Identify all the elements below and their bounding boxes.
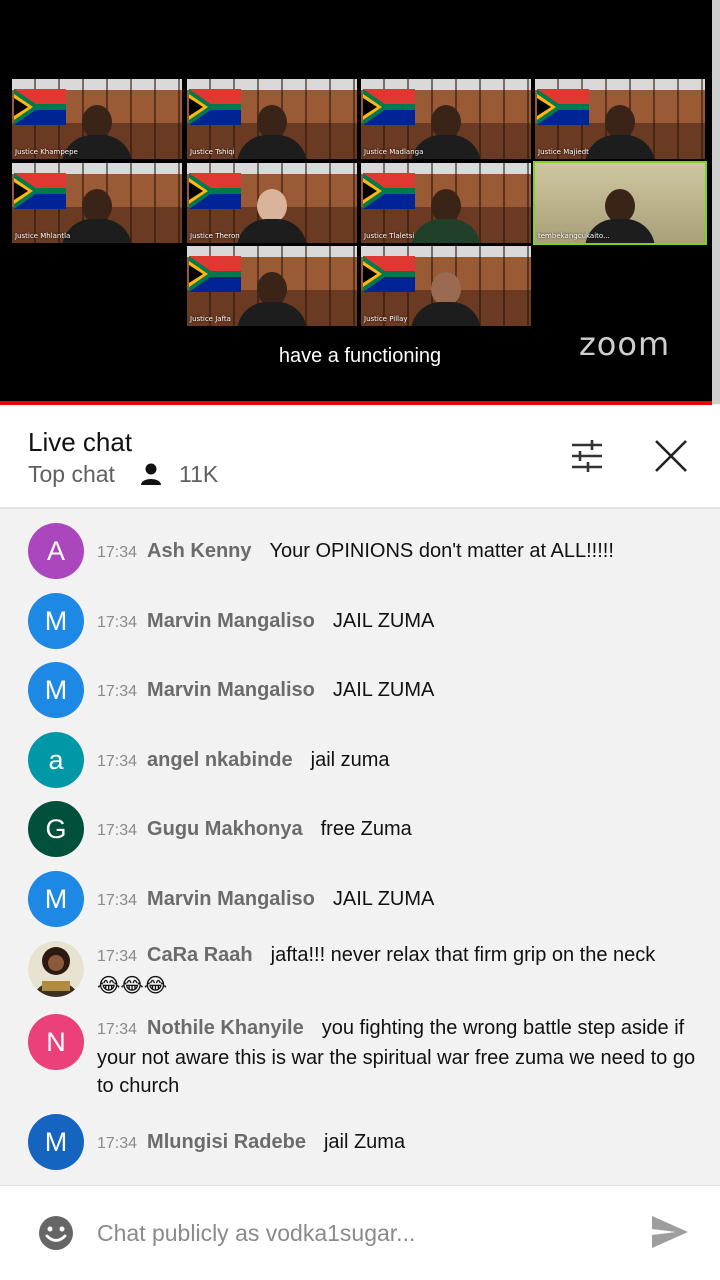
avatar[interactable]: M [28,871,84,927]
message-time: 17:34 [97,683,138,700]
message-time: 17:34 [97,614,138,631]
participant-tile: Justice Majiedt [535,79,705,159]
message-text: JAIL ZUMA [332,888,435,910]
message-time: 17:34 [97,753,138,770]
message-time: 17:34 [97,948,138,965]
participant-name: tembekangcukaito... [538,232,610,240]
close-icon[interactable] [650,435,692,477]
participant-name: Justice Pillay [364,315,408,323]
south-africa-flag-icon [14,89,66,125]
participant-tile: Justice Theron [187,163,357,243]
message-author[interactable]: CaRa Raah [147,944,253,966]
video-caption: have a functioning [278,345,442,367]
participant-name: Justice Khampepe [15,148,78,156]
participant-name: Justice Mhlantla [15,232,71,240]
message-text: jail zuma [310,749,390,771]
message-time: 17:34 [97,1135,138,1152]
message-author[interactable]: Marvin Mangaliso [147,610,315,632]
person-icon [141,463,161,485]
participant-name: Justice Majiedt [538,148,589,156]
south-africa-flag-icon [537,89,589,125]
message-author[interactable]: Ash Kenny [147,540,251,562]
participant-tile: Justice Madlanga [361,79,531,159]
participant-tile: Justice Jafta [187,246,357,326]
message-emoji: 😂😂😂 [97,973,168,997]
avatar[interactable]: N [28,1014,84,1070]
message-author[interactable]: Nothile Khanyile [147,1017,304,1039]
avatar[interactable]: M [28,662,84,718]
chat-message-input[interactable] [97,1216,617,1250]
live-chat-header: Live chat Top chat 11K [0,405,720,509]
message-author[interactable]: Marvin Mangaliso [147,679,315,701]
participant-tile: Justice Mhlantla [12,163,182,243]
south-africa-flag-icon [363,256,415,292]
participant-name: Justice Tlaletsi [364,232,415,240]
chat-message-list[interactable]: A 17:34 Ash Kenny Your OPINIONS don't matt… [0,511,720,1183]
avatar[interactable]: A [28,523,84,579]
live-chat-title: Live chat [28,427,133,457]
message-text: JAIL ZUMA [332,679,435,701]
message-text: JAIL ZUMA [332,610,435,632]
avatar-photo[interactable] [28,941,84,997]
south-africa-flag-icon [189,173,241,209]
avatar[interactable]: a [28,732,84,788]
message-text: jail Zuma [323,1131,406,1153]
send-icon[interactable] [650,1214,690,1250]
participant-name: Justice Madlanga [364,148,424,156]
message-author[interactable]: Marvin Mangaliso [147,888,315,910]
participant-name: Justice Jafta [190,315,231,323]
smiley-icon[interactable] [37,1214,75,1252]
participant-name: Justice Theron [190,232,240,240]
page-scrollbar[interactable] [712,0,720,404]
participant-tile-active-speaker: tembekangcukaito... [533,161,707,245]
chat-input-bar [0,1185,720,1280]
message-author[interactable]: angel nkabinde [147,749,293,771]
south-africa-flag-icon [189,256,241,292]
participant-name: Justice Tshiqi [190,148,235,156]
avatar[interactable]: M [28,593,84,649]
avatar[interactable]: G [28,801,84,857]
south-africa-flag-icon [189,89,241,125]
message-text: jafta!!! never relax that firm grip on t… [270,944,656,966]
avatar[interactable]: M [28,1114,84,1170]
message-text: Your OPINIONS don't matter at ALL!!!!! [269,540,614,562]
message-text: free Zuma [320,818,412,840]
sliders-icon[interactable] [566,435,608,477]
participant-tile: Justice Pillay [361,246,531,326]
south-africa-flag-icon [14,173,66,209]
south-africa-flag-icon [363,89,415,125]
message-time: 17:34 [97,1021,138,1038]
video-player[interactable]: Justice Khampepe Justice Tshiqi Justice … [0,0,720,402]
participant-tile: Justice Tshiqi [187,79,357,159]
chat-mode-selector[interactable]: Top chat [28,461,115,488]
message-time: 17:34 [97,822,138,839]
message-time: 17:34 [97,544,138,561]
message-time: 17:34 [97,892,138,909]
participant-tile: Justice Khampepe [12,79,182,159]
message-author[interactable]: Mlungisi Radebe [147,1131,306,1153]
viewer-count: 11K [179,461,219,487]
message-author[interactable]: Gugu Makhonya [147,818,303,840]
participant-tile: Justice Tlaletsi [361,163,531,243]
south-africa-flag-icon [363,173,415,209]
